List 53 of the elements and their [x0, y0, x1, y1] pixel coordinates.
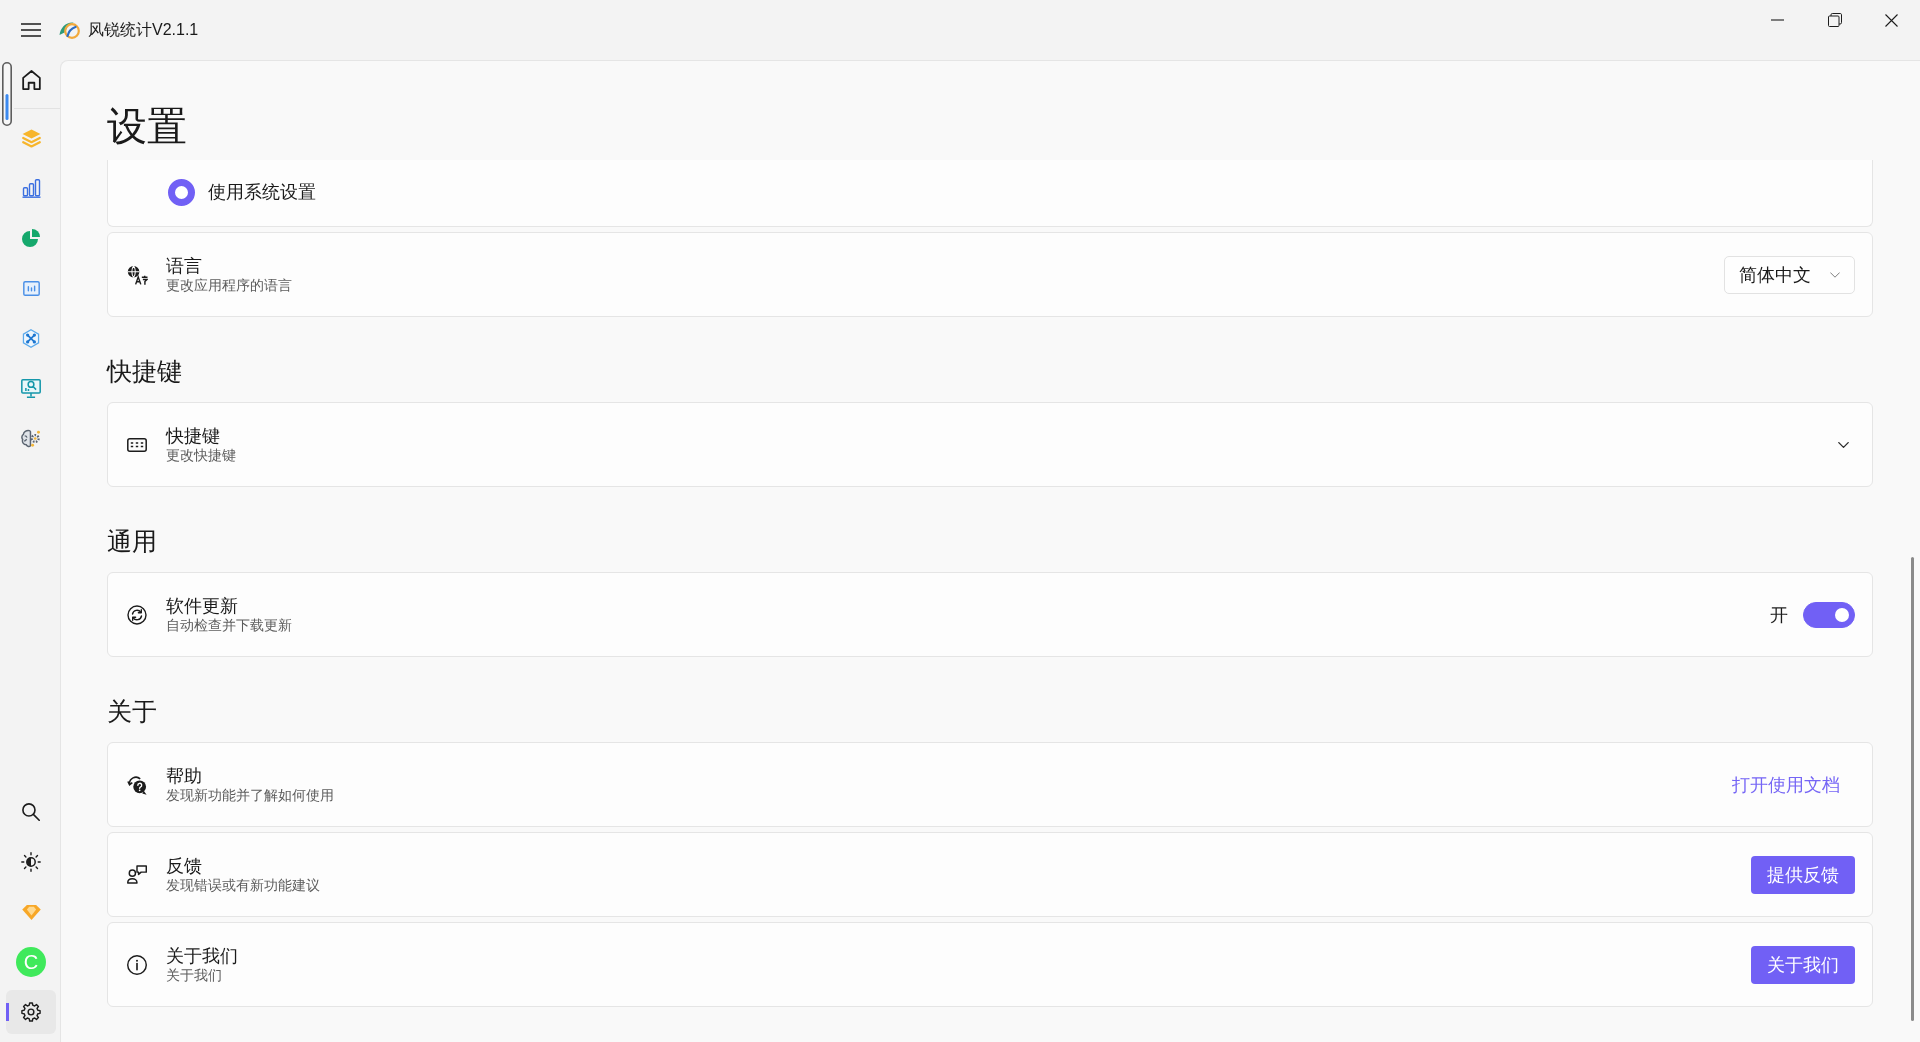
card-title: 快捷键: [166, 424, 220, 447]
pie-chart-icon: [22, 229, 40, 247]
card-description: 更改应用程序的语言: [166, 276, 292, 295]
window-title: 风锐统计V2.1.1: [88, 20, 199, 40]
section-heading: 通用: [107, 526, 157, 557]
restore-icon: [1827, 13, 1842, 27]
layers-icon: [21, 128, 41, 148]
card-title: 软件更新: [166, 594, 238, 617]
menu-icon: [21, 23, 41, 37]
brain-gear-icon: [21, 428, 41, 448]
card-description: 发现新功能并了解如何使用: [166, 786, 334, 805]
card-description: 自动检查并下载更新: [166, 616, 292, 635]
card-description: 发现错误或有新功能建议: [166, 876, 320, 895]
settings-card[interactable]: 快捷键 更改快捷键: [107, 402, 1873, 487]
toggle-switch[interactable]: [1803, 601, 1855, 628]
chevron-down-icon: [1830, 271, 1840, 278]
bar-chart-icon: [21, 178, 41, 198]
toggle-state-label: 开: [1770, 603, 1788, 626]
home-icon: [21, 70, 41, 90]
chart-board-icon: [22, 280, 40, 296]
nav-item[interactable]: [6, 990, 56, 1034]
diamond-icon: [21, 904, 41, 920]
help-bubble-icon: [127, 774, 147, 795]
radio-button[interactable]: [168, 178, 195, 206]
card-title: 帮助: [166, 764, 202, 787]
brightness-icon: [21, 852, 41, 872]
settings-icon: [21, 1002, 41, 1022]
close-icon: [1885, 13, 1898, 27]
monitor-search-icon: [21, 378, 41, 398]
person-speech-icon: [127, 865, 147, 884]
docs-link[interactable]: 打开使用文档: [1732, 773, 1840, 796]
globe-translate-icon: [126, 264, 148, 285]
section-heading: 关于: [107, 696, 157, 727]
refresh-icon: [127, 604, 147, 625]
scrollbar[interactable]: [1911, 557, 1914, 1021]
card-title: 语言: [166, 254, 202, 277]
nav-scrollbar[interactable]: [2, 62, 12, 126]
section-heading: 快捷键: [107, 356, 182, 387]
radio-label: 使用系统设置: [208, 181, 316, 203]
keyboard-icon: [127, 437, 147, 452]
action-button[interactable]: 提供反馈: [1751, 855, 1855, 894]
hexagon-network-icon: [22, 328, 40, 348]
minimize-icon: [1771, 19, 1784, 21]
card-title: 反馈: [166, 854, 202, 877]
app-logo-icon: [58, 20, 80, 40]
search-icon: [22, 803, 40, 821]
action-button[interactable]: 关于我们: [1751, 945, 1855, 984]
info-icon: [127, 954, 147, 975]
card-description: 关于我们: [166, 966, 222, 985]
page-title: 设置: [107, 103, 187, 150]
card-description: 更改快捷键: [166, 446, 236, 465]
language-dropdown[interactable]: 简体中文: [1724, 255, 1855, 294]
card-title: 关于我们: [166, 944, 238, 967]
